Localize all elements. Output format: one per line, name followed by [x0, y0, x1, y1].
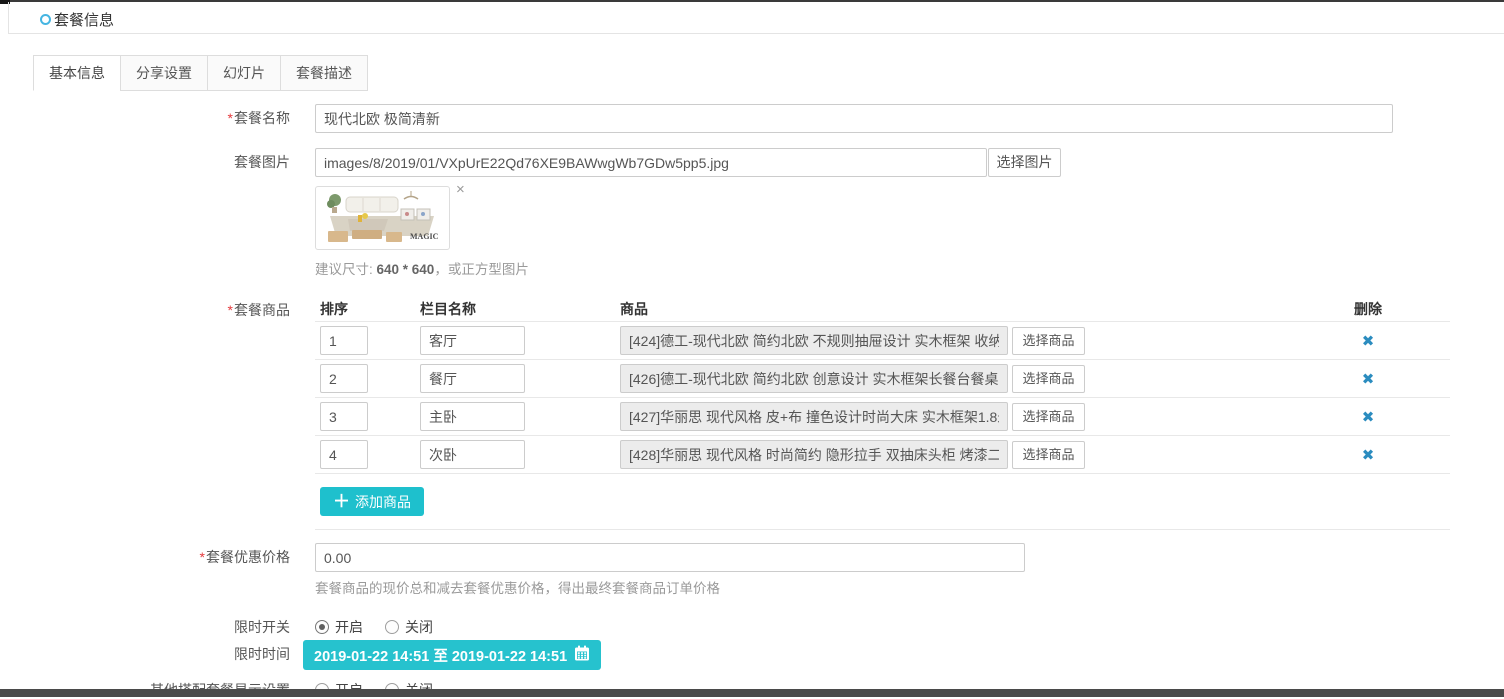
radio-time-limit-off[interactable]: 关闭 [385, 617, 433, 637]
category-input[interactable] [420, 402, 525, 431]
tab-bar: 基本信息 分享设置 幻灯片 套餐描述 [33, 55, 368, 91]
radio-label: 关闭 [405, 617, 433, 637]
package-image-label: 套餐图片 [0, 148, 290, 177]
package-image-preview-row: MAGIC × [0, 186, 1504, 250]
column-header-product: 商品 [620, 296, 648, 321]
tab-package-description[interactable]: 套餐描述 [280, 55, 368, 91]
product-readonly-field [620, 326, 1008, 355]
choose-product-button[interactable]: 选择商品 [1012, 365, 1085, 393]
svg-text:MAGIC: MAGIC [410, 232, 439, 241]
discount-price-hint: 套餐商品的现价总和减去套餐优惠价格，得出最终套餐商品订单价格 [315, 577, 1504, 597]
page-title: 套餐信息 [40, 9, 114, 30]
furniture-scene-image: MAGIC [318, 189, 447, 247]
package-image-path-input[interactable] [315, 148, 987, 177]
sort-input[interactable] [320, 402, 368, 431]
delete-row-icon[interactable]: ✖ [1362, 333, 1375, 350]
products-table-header: 排序 栏目名称 商品 删除 [315, 296, 1450, 322]
choose-product-button[interactable]: 选择商品 [1012, 441, 1085, 469]
category-input[interactable] [420, 364, 525, 393]
calendar-icon [574, 645, 590, 665]
date-range-text: 2019-01-22 14:51 至 2019-01-22 14:51 [314, 645, 567, 666]
column-header-sort: 排序 [320, 296, 368, 321]
tab-share-settings[interactable]: 分享设置 [120, 55, 208, 91]
product-row: 选择商品 ✖ [315, 360, 1450, 398]
choose-product-button[interactable]: 选择商品 [1012, 327, 1085, 355]
tab-basic-info[interactable]: 基本信息 [33, 55, 121, 91]
radio-time-limit-on[interactable]: 开启 [315, 617, 363, 637]
horizontal-scrollbar[interactable] [0, 689, 1504, 697]
package-products-label: *套餐商品 [0, 300, 290, 320]
choose-image-button[interactable]: 选择图片 [988, 148, 1061, 177]
tab-slideshow[interactable]: 幻灯片 [207, 55, 281, 91]
delete-row-icon[interactable]: ✖ [1362, 409, 1375, 426]
category-input[interactable] [420, 326, 525, 355]
required-asterisk: * [228, 110, 233, 126]
radio-dot [385, 620, 399, 634]
discount-price-input[interactable] [315, 543, 1025, 572]
radio-label: 开启 [335, 617, 363, 637]
product-row: 选择商品 ✖ [315, 436, 1450, 474]
package-products-table: 排序 栏目名称 商品 删除 选择商品 ✖ 选择商品 ✖ 选择商品 ✖ [315, 296, 1450, 530]
time-limit-switch-row: 限时开关 开启 关闭 [0, 618, 1504, 636]
delete-row-icon[interactable]: ✖ [1362, 447, 1375, 464]
image-size-value: 640 * 640 [377, 262, 435, 277]
sort-input[interactable] [320, 364, 368, 393]
image-size-hint-row: 建议尺寸: 640 * 640，或正方型图片 [0, 258, 1504, 278]
product-row: 选择商品 ✖ [315, 322, 1450, 360]
column-header-category: 栏目名称 [420, 296, 525, 321]
product-readonly-field [620, 440, 1008, 469]
category-input[interactable] [420, 440, 525, 469]
choose-product-button[interactable]: 选择商品 [1012, 403, 1085, 431]
add-product-button[interactable]: ＋添加商品 [320, 487, 424, 516]
delete-row-icon[interactable]: ✖ [1362, 371, 1375, 388]
required-asterisk: * [200, 549, 205, 565]
sort-input[interactable] [320, 326, 368, 355]
sort-input[interactable] [320, 440, 368, 469]
discount-price-label: *套餐优惠价格 [0, 543, 290, 572]
product-row: 选择商品 ✖ [315, 398, 1450, 436]
page-header: 套餐信息 [8, 2, 1504, 34]
product-readonly-field [620, 364, 1008, 393]
remove-image-icon[interactable]: × [456, 182, 465, 197]
plus-icon: ＋ [333, 493, 350, 510]
product-readonly-field [620, 402, 1008, 431]
time-limit-switch-label: 限时开关 [0, 618, 290, 636]
required-asterisk: * [228, 302, 233, 318]
circle-icon [40, 14, 51, 25]
add-product-row: ＋添加商品 [315, 474, 1450, 530]
radio-dot-selected [315, 620, 329, 634]
image-size-hint: 建议尺寸: 640 * 640，或正方型图片 [315, 258, 1504, 278]
package-image-row: 套餐图片 选择图片 [0, 148, 1504, 177]
time-limit-range-label: 限时时间 [0, 640, 290, 669]
package-name-label: *套餐名称 [0, 104, 290, 133]
column-header-delete: 删除 [1338, 296, 1398, 321]
package-name-input[interactable] [315, 104, 1393, 133]
package-edit-page: 套餐信息 基本信息 分享设置 幻灯片 套餐描述 *套餐名称 套餐图片 选择图片 [0, 0, 1504, 699]
package-name-row: *套餐名称 [0, 104, 1504, 133]
page-title-text: 套餐信息 [54, 9, 114, 30]
package-image-thumbnail: MAGIC [315, 186, 450, 250]
date-range-picker-button[interactable]: 2019-01-22 14:51 至 2019-01-22 14:51 [303, 640, 601, 670]
discount-price-row: *套餐优惠价格 套餐商品的现价总和减去套餐优惠价格，得出最终套餐商品订单价格 [0, 543, 1504, 597]
